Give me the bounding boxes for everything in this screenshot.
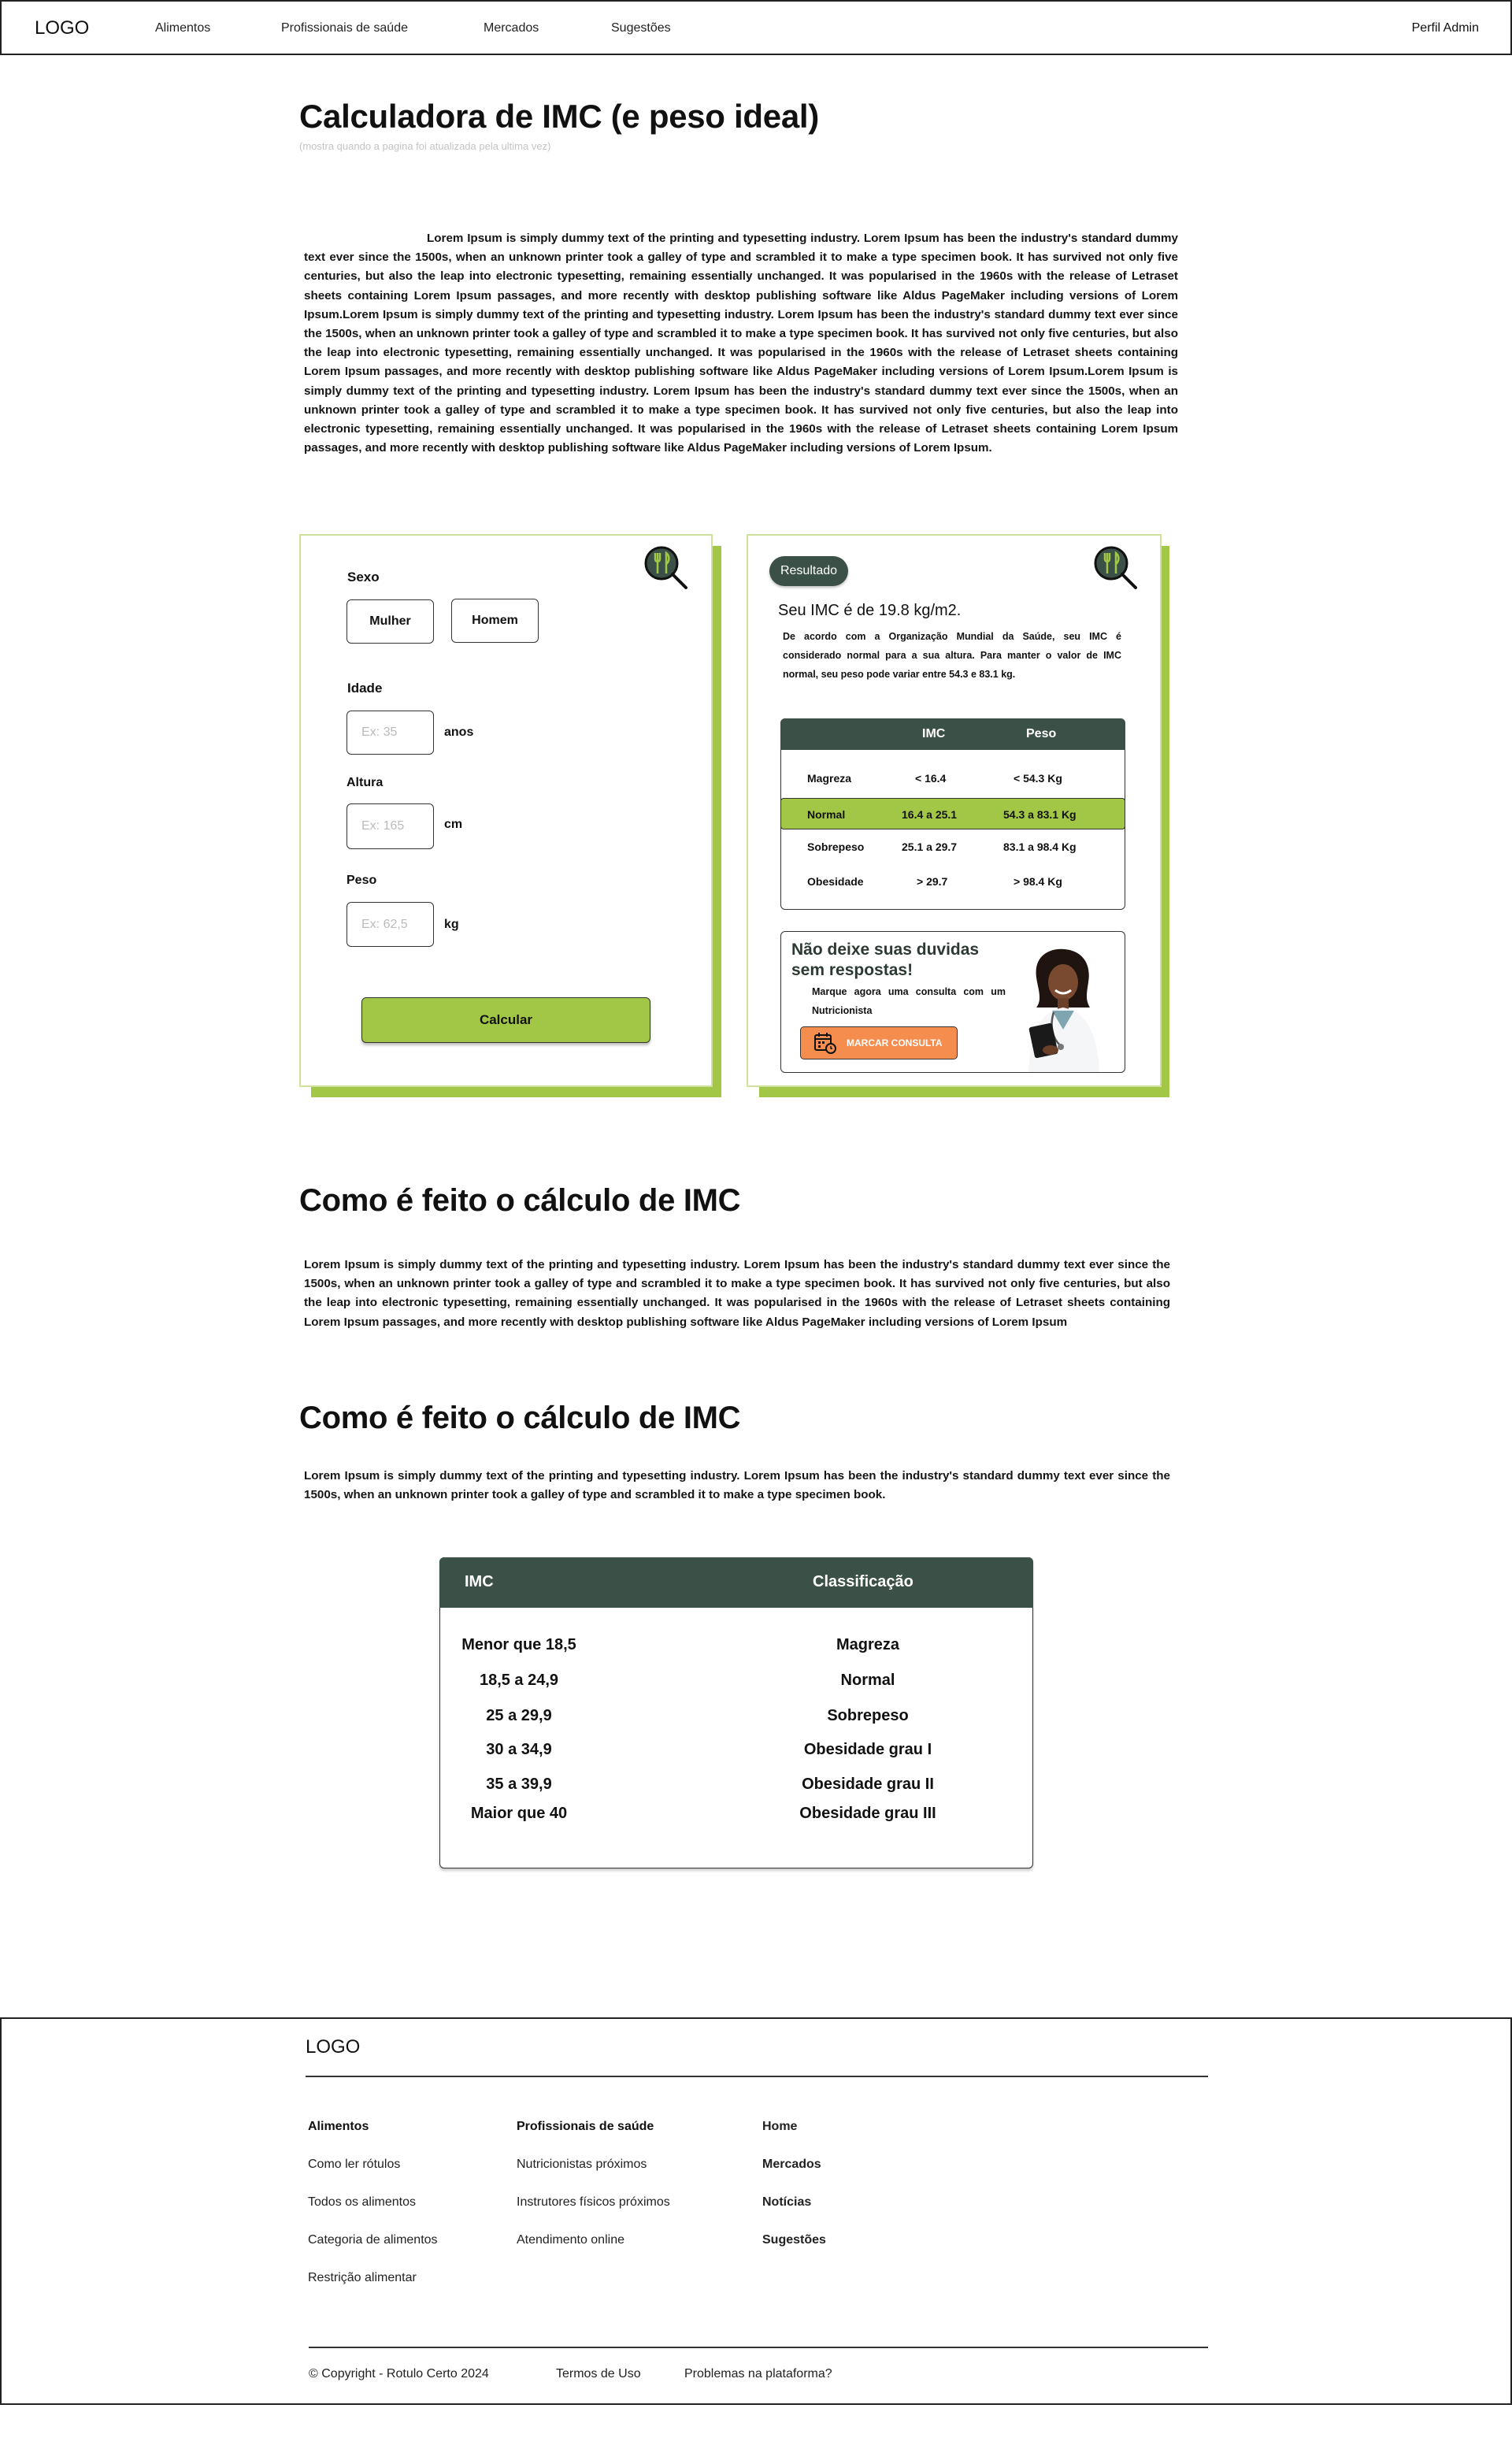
- header-peso: Peso: [1026, 727, 1057, 740]
- footer-link[interactable]: Instrutores físicos próximos: [517, 2195, 670, 2210]
- mulher-button[interactable]: Mulher: [346, 599, 434, 644]
- altura-label: Altura: [346, 776, 384, 789]
- row-label: Normal: [807, 808, 846, 821]
- row-peso: 83.1 a 98.4 Kg: [1003, 840, 1077, 853]
- row-label: Magreza: [807, 772, 852, 785]
- section-title-calculo-2: Como é feito o cálculo de IMC: [299, 1401, 741, 1435]
- idade-input[interactable]: Ex: 35: [346, 711, 434, 755]
- page-title: Calculadora de IMC (e peso ideal): [299, 98, 819, 135]
- row-label: Obesidade: [807, 875, 864, 888]
- classification: Magreza: [836, 1636, 900, 1653]
- footer-link[interactable]: Nutricionistas próximos: [517, 2158, 647, 2172]
- section-title-calculo: Como é feito o cálculo de IMC: [299, 1183, 741, 1218]
- consultation-cta: Não deixe suas duvidas sem respostas! Ma…: [780, 931, 1125, 1073]
- footer-divider: [309, 2347, 1208, 2348]
- altura-unit: cm: [444, 818, 463, 831]
- cta-title: Não deixe suas duvidas sem respostas!: [791, 941, 980, 979]
- altura-input[interactable]: Ex: 165: [346, 803, 434, 849]
- resultado-badge: Resultado: [769, 556, 848, 586]
- doctor-illustration: [1028, 948, 1099, 1072]
- footer-heading-profissionais[interactable]: Profissionais de saúde: [517, 2120, 654, 2134]
- header-classificacao: Classificação: [813, 1573, 914, 1590]
- header-imc: IMC: [465, 1573, 494, 1590]
- imc-range: 18,5 a 24,9: [479, 1672, 559, 1689]
- table-row: Sobrepeso 25.1 a 29.7 83.1 a 98.4 Kg: [781, 831, 1125, 863]
- cta-text: Marque agora uma consulta com um Nutrici…: [812, 986, 1006, 1016]
- footer-divider: [306, 2076, 1208, 2077]
- marcar-consulta-button[interactable]: MARCAR CONSULTA: [800, 1026, 958, 1059]
- peso-unit: kg: [444, 918, 459, 931]
- last-updated-note: (mostra quando a pagina foi atualizada p…: [299, 140, 551, 152]
- row-peso: < 54.3 Kg: [1014, 772, 1062, 785]
- nav-link-alimentos[interactable]: Alimentos: [155, 21, 210, 35]
- food-search-icon: [1094, 546, 1137, 589]
- imc-classification-table: IMC Classificação Menor que 18,5 Magreza…: [439, 1557, 1033, 1868]
- idade-unit: anos: [444, 725, 474, 739]
- section-paragraph: Lorem Ipsum is simply dummy text of the …: [304, 1258, 1170, 1329]
- intro-paragraph: Lorem Ipsum is simply dummy text of the …: [304, 232, 1178, 455]
- food-search-icon: [644, 546, 687, 589]
- result-description: De acordo com a Organização Mundial da S…: [783, 631, 1121, 680]
- row-label: Sobrepeso: [807, 840, 865, 853]
- sexo-label: Sexo: [347, 570, 380, 584]
- copyright-text: © Copyright - Rotulo Certo 2024: [309, 2367, 489, 2380]
- result-table: IMC Peso Magreza < 16.4 < 54.3 Kg Normal…: [780, 718, 1125, 910]
- classification-table-header: IMC Classificação: [439, 1557, 1033, 1608]
- imc-range: 30 a 34,9: [486, 1741, 552, 1758]
- section-paragraph: Lorem Ipsum is simply dummy text of the …: [304, 1469, 1170, 1502]
- classification: Obesidade grau I: [803, 1741, 932, 1758]
- nav-link-profissionais[interactable]: Profissionais de saúde: [281, 21, 408, 35]
- result-title: Seu IMC é de 19.8 kg/m2.: [778, 602, 962, 619]
- imc-range: Menor que 18,5: [461, 1636, 576, 1653]
- footer-link[interactable]: Como ler rótulos: [308, 2158, 400, 2172]
- classification: Obesidade grau III: [799, 1805, 936, 1822]
- row-imc: < 16.4: [915, 772, 947, 785]
- footer-link-home[interactable]: Home: [762, 2120, 797, 2134]
- row-imc: > 29.7: [917, 875, 948, 888]
- footer-link[interactable]: Todos os alimentos: [308, 2195, 416, 2210]
- nav-link-sugestoes[interactable]: Sugestões: [611, 21, 671, 35]
- header-imc: IMC: [922, 727, 946, 740]
- header-logo[interactable]: LOGO: [35, 17, 89, 39]
- classification: Sobrepeso: [827, 1707, 909, 1724]
- cta-button-label: MARCAR CONSULTA: [847, 1037, 943, 1048]
- imc-range: 35 a 39,9: [486, 1776, 552, 1793]
- row-peso: 54.3 a 83.1 Kg: [1003, 808, 1077, 821]
- table-row-highlighted: Normal 16.4 a 25.1 54.3 a 83.1 Kg: [780, 798, 1125, 829]
- peso-input[interactable]: Ex: 62,5: [346, 902, 434, 947]
- table-row: Obesidade > 29.7 > 98.4 Kg: [781, 866, 1125, 897]
- nav-link-mercados[interactable]: Mercados: [484, 21, 539, 35]
- footer-link[interactable]: Categoria de alimentos: [308, 2233, 438, 2247]
- footer-link-mercados[interactable]: Mercados: [762, 2158, 821, 2172]
- footer-link[interactable]: Atendimento online: [517, 2233, 624, 2247]
- footer-link-sugestoes[interactable]: Sugestões: [762, 2233, 826, 2247]
- idade-label: Idade: [347, 681, 383, 696]
- classification: Normal: [840, 1672, 895, 1689]
- row-peso: > 98.4 Kg: [1014, 875, 1062, 888]
- result-table-header: IMC Peso: [780, 718, 1125, 750]
- footer-logo[interactable]: LOGO: [306, 2036, 360, 2058]
- profile-link[interactable]: Perfil Admin: [1412, 21, 1479, 35]
- footer: LOGO Alimentos Como ler rótulos Todos os…: [0, 2017, 1512, 2405]
- footer-link-noticias[interactable]: Notícias: [762, 2195, 811, 2210]
- table-row: Magreza < 16.4 < 54.3 Kg: [781, 763, 1125, 794]
- imc-range: Maior que 40: [470, 1805, 568, 1822]
- homem-button[interactable]: Homem: [451, 599, 539, 643]
- calendar-clock-icon: [814, 1033, 836, 1054]
- footer-link[interactable]: Restrição alimentar: [308, 2271, 417, 2285]
- imc-range: 25 a 29,9: [486, 1707, 552, 1724]
- terms-link[interactable]: Termos de Uso: [556, 2367, 641, 2381]
- row-imc: 16.4 a 25.1: [902, 808, 958, 821]
- problems-link[interactable]: Problemas na plataforma?: [684, 2367, 832, 2381]
- top-navbar: LOGO Alimentos Profissionais de saúde Me…: [0, 0, 1512, 55]
- calcular-button[interactable]: Calcular: [361, 997, 650, 1043]
- row-imc: 25.1 a 29.7: [902, 840, 958, 853]
- peso-label: Peso: [346, 874, 377, 887]
- classification: Obesidade grau II: [802, 1776, 934, 1793]
- footer-heading-alimentos[interactable]: Alimentos: [308, 2120, 369, 2134]
